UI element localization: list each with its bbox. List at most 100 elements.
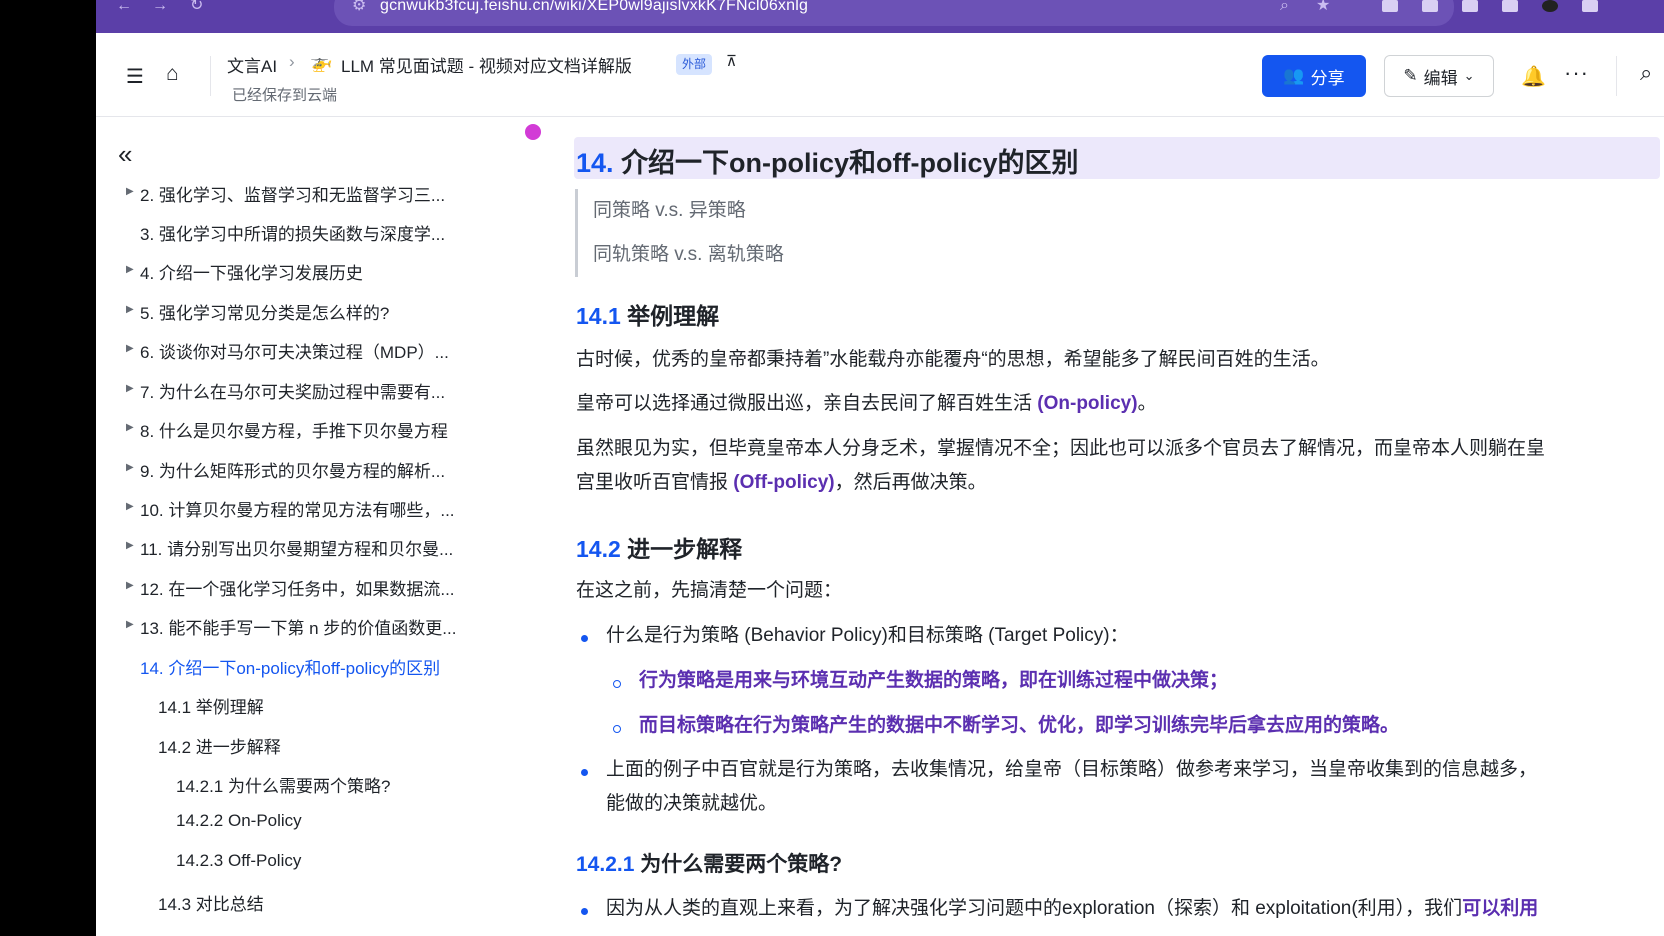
heading-14-2-1[interactable]: 14.2.1 为什么需要两个策略? [576,848,842,878]
paragraph-2: 皇帝可以选择通过微服出巡，亲自去民间了解百姓生活 (On-policy)。 [576,387,1157,421]
expand-arrow-icon[interactable]: ▶ [126,343,134,354]
heading-text: 进一步解释 [627,536,743,562]
reload-icon[interactable]: ↻ [190,0,203,14]
breadcrumb-workspace[interactable]: 文言AI [227,52,277,77]
outline-item[interactable]: 6. 谈谈你对马尔可夫决策过程（MDP）... [140,338,449,363]
doc-title[interactable]: LLM 常见面试题 - 视频对应文档详解版 [341,52,632,77]
expand-arrow-icon[interactable]: ▶ [126,462,134,473]
translate-extension-icon[interactable] [1462,0,1478,12]
more-icon[interactable]: ··· [1564,60,1589,86]
outline-item[interactable]: 14.2.3 Off-Policy [176,851,301,871]
outline-item[interactable]: 14. 介绍一下on-policy和off-policy的区别 [140,654,440,679]
profile-extension-icon[interactable] [1542,0,1558,12]
outline-item[interactable]: 7. 为什么在马尔可夫奖励过程中需要有... [140,378,445,403]
cursor-highlight [525,124,541,140]
outline-item[interactable]: 9. 为什么矩阵形式的贝尔曼方程的解析... [140,457,445,482]
sub-bullet-2: 而目标策略在行为策略产生的数据中不断学习、优化，即学习训练完毕后拿去应用的策略。 [639,715,1400,736]
outline-item[interactable]: 5. 强化学习常见分类是怎么样的? [140,299,389,324]
outline-item[interactable]: 14.2 进一步解释 [158,733,281,758]
pin-icon[interactable]: ⊼ [726,52,737,70]
outline-item[interactable]: 13. 能不能手写一下第 n 步的价值函数更... [140,614,456,639]
text: 宫里收听百官情报 [576,472,734,493]
outline-item[interactable]: 14.3 对比总结 [158,890,264,915]
heading-number: 14.2 [576,536,621,562]
paragraph-4: 在这之前，先搞清楚一个问题： [576,580,843,601]
expand-arrow-icon[interactable]: ▶ [126,186,134,197]
paragraph-3-line-2: 宫里收听百官情报 (Off-policy)，然后再做决策。 [576,466,987,500]
qr-extension-icon[interactable] [1502,0,1518,12]
expand-arrow-icon[interactable]: ▶ [126,501,134,512]
quote-line-2: 同轨策略 v.s. 离轨策略 [593,244,784,265]
share-label: 分享 [1310,68,1345,88]
outline-item[interactable]: 14.1 举例理解 [158,693,264,718]
heading-number: 14. [576,148,614,178]
browser-toolbar: ← → ↻ ⚙ gcnwukb3fcuj.feishu.cn/wiki/XEP0… [96,0,1664,33]
outline-toggle-icon[interactable]: ☰ [126,64,144,89]
divider [1616,56,1617,96]
paragraph-1: 古时候，优秀的皇帝都秉持着”水能载舟亦能覆舟“的思想，希望能多了解民间百姓的生活… [576,349,1330,370]
heading-text: 为什么需要两个策略? [640,853,843,876]
home-icon[interactable]: ⌂ [166,62,179,86]
text: ，然后再做决策。 [834,472,987,493]
forward-icon[interactable]: → [152,0,168,14]
extension-icon[interactable] [1382,0,1398,12]
outline-item[interactable]: 12. 在一个强化学习任务中，如果数据流... [140,575,455,600]
outline-item[interactable]: 4. 介绍一下强化学习发展历史 [140,259,363,284]
bullet-dot [581,635,588,642]
heading-text: 举例理解 [627,303,720,329]
share-button[interactable]: 👥 分享 [1262,55,1366,97]
sub-bullet-1: 行为策略是用来与环境互动产生数据的策略，即在训练过程中做决策； [639,670,1229,691]
outline-item[interactable]: 3. 强化学习中所谓的损失函数与深度学... [140,220,445,245]
on-policy-highlight: (On-policy) [1037,393,1138,414]
divider [210,56,211,96]
outline-item[interactable]: 14.2.2 On-Policy [176,811,302,831]
collapse-sidebar-icon[interactable]: « [118,139,132,170]
sidepanel-icon[interactable] [1582,0,1598,12]
heading-text: 介绍一下on-policy和off-policy的区别 [621,148,1079,178]
back-icon[interactable]: ← [116,0,132,14]
doc-body: 14. 介绍一下on-policy和off-policy的区别 同策略 v.s.… [530,117,1664,936]
outline-item[interactable]: 2. 强化学习、监督学习和无监督学习三... [140,181,445,206]
external-badge: 外部 [676,54,712,75]
heading-number: 14.2.1 [576,853,635,876]
edit-label: 编辑 [1423,68,1458,88]
sub-bullet-ring [613,680,621,688]
expand-arrow-icon[interactable]: ▶ [126,540,134,551]
expand-arrow-icon[interactable]: ▶ [126,264,134,275]
outline-item[interactable]: 8. 什么是贝尔曼方程，手推下贝尔曼方程 [140,417,448,442]
chevron-down-icon: ⌄ [1463,68,1475,83]
save-status: 已经保存到云端 [232,87,338,104]
heading-number: 14.1 [576,303,621,329]
heading-14-1[interactable]: 14.1 举例理解 [576,297,719,331]
bullet-2-line-1: 上面的例子中百官就是行为策略，去收集情况，给皇帝（目标策略）做参考来学习，当皇帝… [606,759,1538,780]
url-text[interactable]: gcnwukb3fcuj.feishu.cn/wiki/XEP0wl9ajisl… [380,0,808,15]
quote-bar [575,189,578,277]
bookmark-star-icon[interactable]: ★ [1316,0,1330,14]
text: 。 [1137,393,1157,414]
search-icon[interactable]: ⌕ [1640,60,1652,86]
edit-mode-button[interactable]: ✎ 编辑 ⌄ [1384,55,1494,97]
outline-item[interactable]: 11. 请分别写出贝尔曼期望方程和贝尔曼... [140,535,453,560]
expand-arrow-icon[interactable]: ▶ [126,619,134,630]
site-settings-icon[interactable]: ⚙ [352,0,366,14]
sub-bullet-ring [613,725,621,733]
quote-line-1: 同策略 v.s. 异策略 [593,200,746,221]
bullet-dot [581,908,588,915]
breadcrumb-chevron-icon: › [289,52,295,71]
notion-extension-icon[interactable] [1422,0,1438,12]
zoom-icon[interactable]: ⌕ [1280,0,1289,14]
bullet-2-line-2: 能做的决策就越优。 [606,793,778,814]
heading-14-2[interactable]: 14.2 进一步解释 [576,530,742,564]
text: 因为从人类的直观上来看，为了解决强化学习问题中的exploration（探索）和… [606,898,1463,919]
paragraph-3-line-1: 虽然眼见为实，但毕竟皇帝本人分身乏术，掌握情况不全；因此也可以派多个官员去了解情… [576,438,1546,459]
expand-arrow-icon[interactable]: ▶ [126,304,134,315]
outline-item[interactable]: 10. 计算贝尔曼方程的常见方法有哪些，... [140,496,455,521]
expand-arrow-icon[interactable]: ▶ [126,580,134,591]
expand-arrow-icon[interactable]: ▶ [126,383,134,394]
bell-icon[interactable]: 🔔 [1521,64,1546,89]
bullet-dot [581,769,588,776]
expand-arrow-icon[interactable]: ▶ [126,422,134,433]
outline-item[interactable]: 14.2.1 为什么需要两个策略? [176,772,390,797]
heading-14[interactable]: 14. 介绍一下on-policy和off-policy的区别 [576,141,1079,180]
bullet-3: 因为从人类的直观上来看，为了解决强化学习问题中的exploration（探索）和… [606,892,1538,926]
